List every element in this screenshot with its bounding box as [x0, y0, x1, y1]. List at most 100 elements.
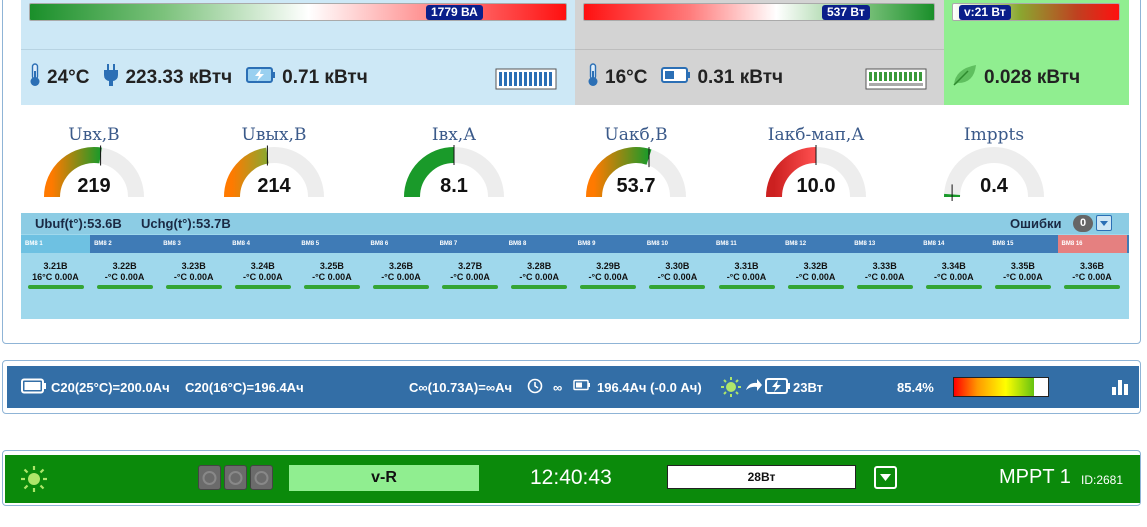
power-button-3[interactable]: [250, 465, 273, 490]
chevron-down-icon: [880, 474, 891, 481]
errors-dropdown-button[interactable]: [1096, 215, 1112, 231]
grid-temp: 24°C: [47, 66, 90, 88]
mppt-dropdown-button[interactable]: [874, 466, 897, 489]
gauge-label: Uакб,В: [604, 125, 668, 145]
power-button-1[interactable]: [198, 465, 221, 490]
bms-cell: 3.33В -°C 0.00A: [850, 261, 919, 289]
arrow-right-icon: [745, 378, 763, 397]
cell-temp-current: -°C 0.00A: [173, 272, 214, 282]
uchg-value: Uchg(t°):53.7В: [141, 216, 231, 231]
bms-cell: 3.23В -°C 0.00A: [159, 261, 228, 289]
battery-power-value: 537 Вт: [822, 5, 870, 20]
cell-temp-current: -°C 0.00A: [933, 272, 974, 282]
cell-balance-bar: [856, 285, 913, 289]
cell-balance-bar: [303, 285, 360, 289]
cell-balance-bar: [649, 285, 706, 289]
pv-energy: 0.028 кВтч: [984, 66, 1081, 88]
battery-energy: 0.31 кВтч: [697, 66, 784, 88]
gauge-label: Imppts: [963, 125, 1025, 145]
cell-voltage: 3.35В: [1010, 261, 1035, 271]
bms-cell: 3.28В -°C 0.00A: [505, 261, 574, 289]
pv-box: v:21 Вт 0.028 кВтч: [944, 0, 1129, 105]
mppt-id: ID:2681: [1081, 473, 1124, 487]
bms-module-tab[interactable]: BM8 12: [781, 235, 850, 253]
gauge-value: 53.7: [616, 175, 656, 197]
grid-power-value: 1779 ВА: [426, 5, 483, 20]
sun-icon: [720, 376, 742, 401]
gauge-label: Iвх,А: [431, 125, 477, 145]
battery-temp: 16°C: [605, 66, 648, 88]
soc-bar: [953, 377, 1049, 397]
cell-voltage: 3.29В: [596, 261, 621, 271]
cell-balance-bar: [27, 285, 84, 289]
bms-module-tab[interactable]: BM8 14: [919, 235, 988, 253]
gauge: Uвх,В 219: [34, 125, 154, 201]
mppt-mode: v-R: [289, 465, 479, 491]
bms-module-tab[interactable]: BM8 4: [228, 235, 297, 253]
gauge: Uакб,В 53.7: [576, 125, 696, 201]
bms-cell: 3.36В -°C 0.00A: [1058, 261, 1127, 289]
cell-balance-bar: [373, 285, 429, 289]
cell-voltage: 3.28В: [527, 261, 552, 271]
cell-temp-current: -°C 0.00A: [657, 272, 698, 282]
cell-temp-current: -°C 0.00A: [381, 272, 421, 282]
cell-balance-bar: [580, 285, 637, 289]
bms-cell: 3.25В -°C 0.00A: [297, 261, 366, 289]
power-icon: [228, 471, 243, 485]
bms-module-tab[interactable]: BM8 13: [850, 235, 919, 253]
gauge: Iакб-мап,А 10.0: [756, 125, 876, 201]
c-inf-capacity: C∞(10.73A)=∞Ач: [409, 380, 513, 395]
battery-small-icon: [573, 379, 591, 394]
cell-voltage: 3.33В: [872, 261, 897, 271]
mppt-bar: v-R 12:40:43 28Вт MPPT 1 ID:2681: [5, 455, 1140, 503]
bms-cell: 3.24В -°C 0.00A: [228, 261, 297, 289]
gauge: Uвых,В 214: [214, 125, 334, 201]
bms-cells-icon: [865, 68, 927, 95]
power-button-2[interactable]: [224, 465, 247, 490]
clock-icon: [527, 378, 543, 397]
battery-panel: C20(25°C)=200.0Ач C20(16°C)=196.4Ач C∞(1…: [2, 360, 1141, 414]
bms-module-tab[interactable]: BM8 16: [1057, 235, 1127, 253]
thermometer-icon: [587, 62, 599, 93]
bms-header: Ubuf(t°):53.6В Uchg(t°):53.7В Ошибки 0: [21, 213, 1129, 234]
cell-voltage: 3.34В: [941, 261, 966, 271]
soc-bar-empty: [1034, 378, 1048, 396]
bms-module-tab[interactable]: BM8 15: [988, 235, 1057, 253]
bms-cell: 3.29В -°C 0.00A: [574, 261, 643, 289]
grid-battery-energy: 0.71 кВтч: [282, 66, 368, 88]
cell-temp-current: -°C 0.00A: [588, 272, 629, 282]
battery-charging-icon: [765, 377, 791, 398]
cell-voltage: 3.31В: [734, 261, 759, 271]
cell-voltage: 3.24В: [250, 261, 275, 271]
bms-cell: 3.32В -°C 0.00A: [781, 261, 850, 289]
bms-cell: 3.35В -°C 0.00A: [988, 261, 1057, 289]
bms-module-tab[interactable]: BM8 10: [643, 235, 712, 253]
bms-module-tab[interactable]: BM8 7: [436, 235, 505, 253]
bms-table: Ubuf(t°):53.6В Uchg(t°):53.7В Ошибки 0 B…: [21, 213, 1129, 319]
grid-power-gradient: 1779 ВА: [29, 3, 567, 21]
bms-cell: 3.26В -°C 0.00A: [367, 261, 436, 289]
bms-module-tab[interactable]: BM8 5: [297, 235, 366, 253]
cell-balance-bar: [165, 285, 222, 289]
bms-module-tab[interactable]: BM8 2: [90, 235, 159, 253]
chart-icon[interactable]: [1111, 379, 1129, 398]
bms-module-tab[interactable]: BM8 6: [367, 235, 436, 253]
mppt-name: MPPT 1: [999, 466, 1071, 488]
battery-outline-icon: [21, 378, 47, 397]
cell-balance-bar: [511, 285, 568, 289]
cell-voltage: 3.21В: [43, 261, 68, 271]
bms-module-tab[interactable]: BM8 9: [574, 235, 643, 253]
errors-label: Ошибки: [1010, 216, 1062, 231]
battery-box: 537 Вт 16°C 0.31 кВтч: [575, 0, 944, 105]
battery-cells-icon: [495, 68, 557, 95]
cell-temp-current: -°C 0.00A: [104, 272, 145, 282]
cell-temp-current: -°C 0.00A: [1003, 272, 1043, 282]
bms-cell: 3.22В -°C 0.00A: [90, 261, 159, 289]
cell-balance-bar: [234, 285, 291, 289]
bms-module-tab[interactable]: BM8 8: [505, 235, 574, 253]
bms-module-tab[interactable]: BM8 1: [21, 235, 91, 253]
cell-temp-current: -°C 0.00A: [1072, 272, 1112, 282]
bms-module-tab[interactable]: BM8 11: [712, 235, 781, 253]
bms-module-tab[interactable]: BM8 3: [159, 235, 228, 253]
ubuf-value: Ubuf(t°):53.6В: [35, 216, 122, 231]
